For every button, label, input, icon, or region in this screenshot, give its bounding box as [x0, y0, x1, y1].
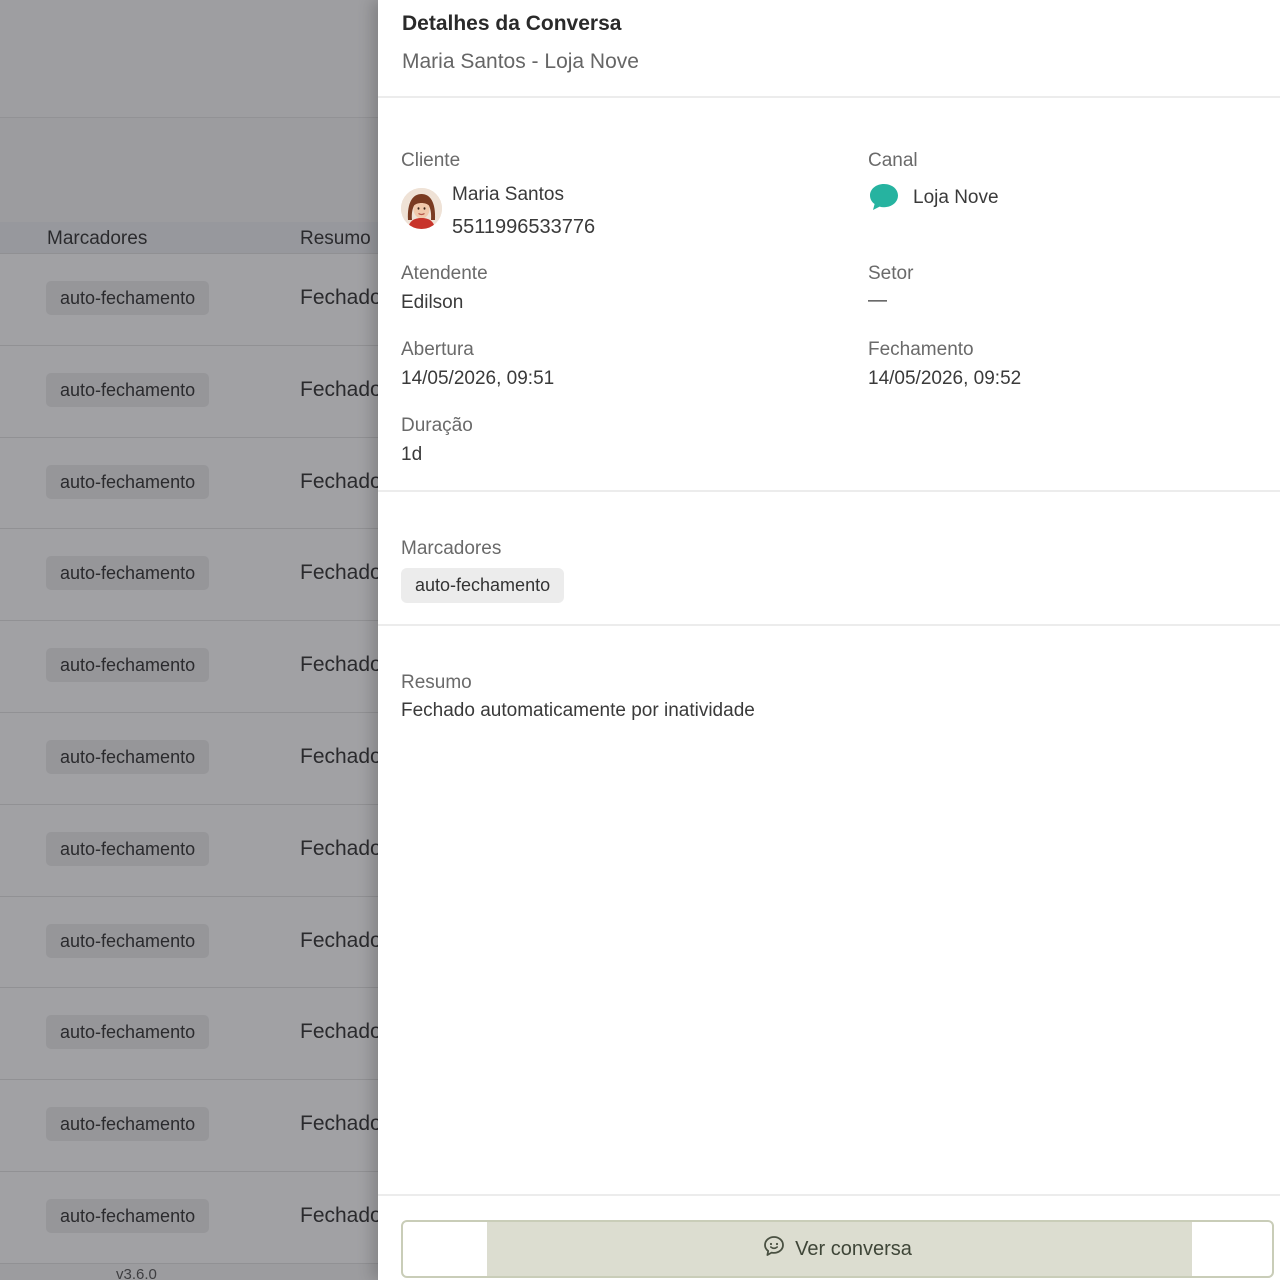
- drawer-title: Detalhes da Conversa: [402, 12, 622, 35]
- tags-section: Marcadores auto-fechamento: [378, 492, 1280, 626]
- agent-value: Edilson: [401, 292, 464, 313]
- summary-value: Fechado automaticamente por inatividade: [401, 700, 755, 721]
- tag-chip: auto-fechamento: [401, 568, 565, 603]
- conversation-details-drawer: Detalhes da Conversa Maria Santos - Loja…: [378, 0, 1280, 1280]
- summary-label: Resumo: [401, 672, 472, 693]
- chat-smile-icon: [763, 1235, 785, 1263]
- summary-section: Resumo Fechado automaticamente por inati…: [378, 626, 1280, 1196]
- drawer-footer: Ver conversa: [378, 1198, 1280, 1280]
- opening-label: Abertura: [401, 339, 474, 360]
- drawer-header: Detalhes da Conversa Maria Santos - Loja…: [378, 0, 1280, 98]
- duration-label: Duração: [401, 415, 473, 436]
- conversation-info-section: Cliente Maria Santos 5511996533776 Canal…: [378, 98, 1280, 492]
- drawer-subtitle: Maria Santos - Loja Nove: [402, 50, 639, 73]
- channel-label: Canal: [868, 150, 918, 171]
- chat-bubble-icon: [868, 182, 900, 212]
- opening-value: 14/05/2026, 09:51: [401, 368, 555, 389]
- closing-label: Fechamento: [868, 339, 974, 360]
- duration-value: 1d: [401, 444, 423, 465]
- button-content: Ver conversa: [403, 1222, 1272, 1276]
- channel-name: Loja Nove: [913, 187, 999, 208]
- client-phone: 5511996533776: [452, 216, 596, 238]
- sector-label: Setor: [868, 263, 914, 284]
- client-name: Maria Santos: [452, 184, 564, 205]
- sector-value: —: [868, 290, 887, 311]
- tags-label: Marcadores: [401, 538, 502, 559]
- view-conversation-button[interactable]: Ver conversa: [401, 1220, 1274, 1278]
- client-avatar: [401, 188, 442, 229]
- closing-value: 14/05/2026, 09:52: [868, 368, 1022, 389]
- client-label: Cliente: [401, 150, 461, 171]
- agent-label: Atendente: [401, 263, 488, 284]
- view-conversation-label: Ver conversa: [795, 1237, 912, 1260]
